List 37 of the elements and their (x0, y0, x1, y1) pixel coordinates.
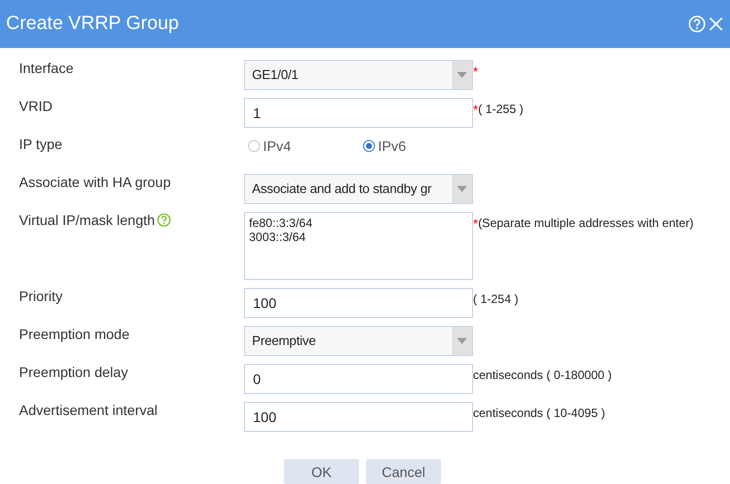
caret-icon (457, 186, 467, 192)
caret-icon (457, 72, 467, 78)
required-mark: * (473, 102, 478, 117)
input-field[interactable]: 0 (244, 364, 473, 394)
radio-button[interactable] (248, 140, 260, 152)
required-mark: * (473, 64, 478, 79)
dialog-button[interactable]: OK (284, 459, 359, 484)
window-title: Create VRRP Group (6, 13, 180, 35)
dialog-button[interactable]: Cancel (366, 459, 441, 484)
field-label: Advertisement interval (19, 402, 158, 418)
radio-button[interactable] (363, 140, 375, 152)
field-label: Preemption mode (19, 326, 130, 342)
field-hint: (Separate multiple addresses with enter) (478, 216, 694, 230)
field-label: Preemption delay (19, 364, 128, 380)
dropdown[interactable]: Associate and add to standby gr (244, 174, 473, 204)
field-label: VRID (19, 98, 52, 114)
dropdown[interactable]: GE1/0/1 (244, 60, 473, 90)
field-label: Associate with HA group (19, 174, 171, 190)
dropdown[interactable]: Preemptive (244, 326, 473, 356)
help-icon[interactable] (156, 213, 171, 227)
field-label: Priority (19, 288, 63, 304)
input-field[interactable]: 100 (244, 288, 473, 318)
caret-icon (457, 338, 467, 344)
input-field[interactable]: 100 (244, 402, 473, 432)
address-field[interactable]: fe80::3:3/64 3003::3/64 (244, 212, 473, 280)
field-hint: ( 1-255 ) (478, 102, 524, 116)
field-label: Virtual IP/mask length (19, 212, 155, 228)
required-mark: * (473, 216, 478, 231)
field-hint: centiseconds ( 0-180000 ) (473, 368, 612, 382)
field-hint: centiseconds ( 10-4095 ) (473, 406, 606, 420)
close-icon[interactable] (708, 16, 724, 32)
field-hint: ( 1-254 ) (473, 292, 518, 306)
radio-option[interactable]: IPv6 (359, 138, 474, 154)
radio-option[interactable]: IPv4 (244, 138, 359, 154)
field-label: Interface (19, 60, 74, 76)
input-field[interactable]: 1 (244, 98, 473, 128)
field-label: IP type (19, 136, 62, 152)
